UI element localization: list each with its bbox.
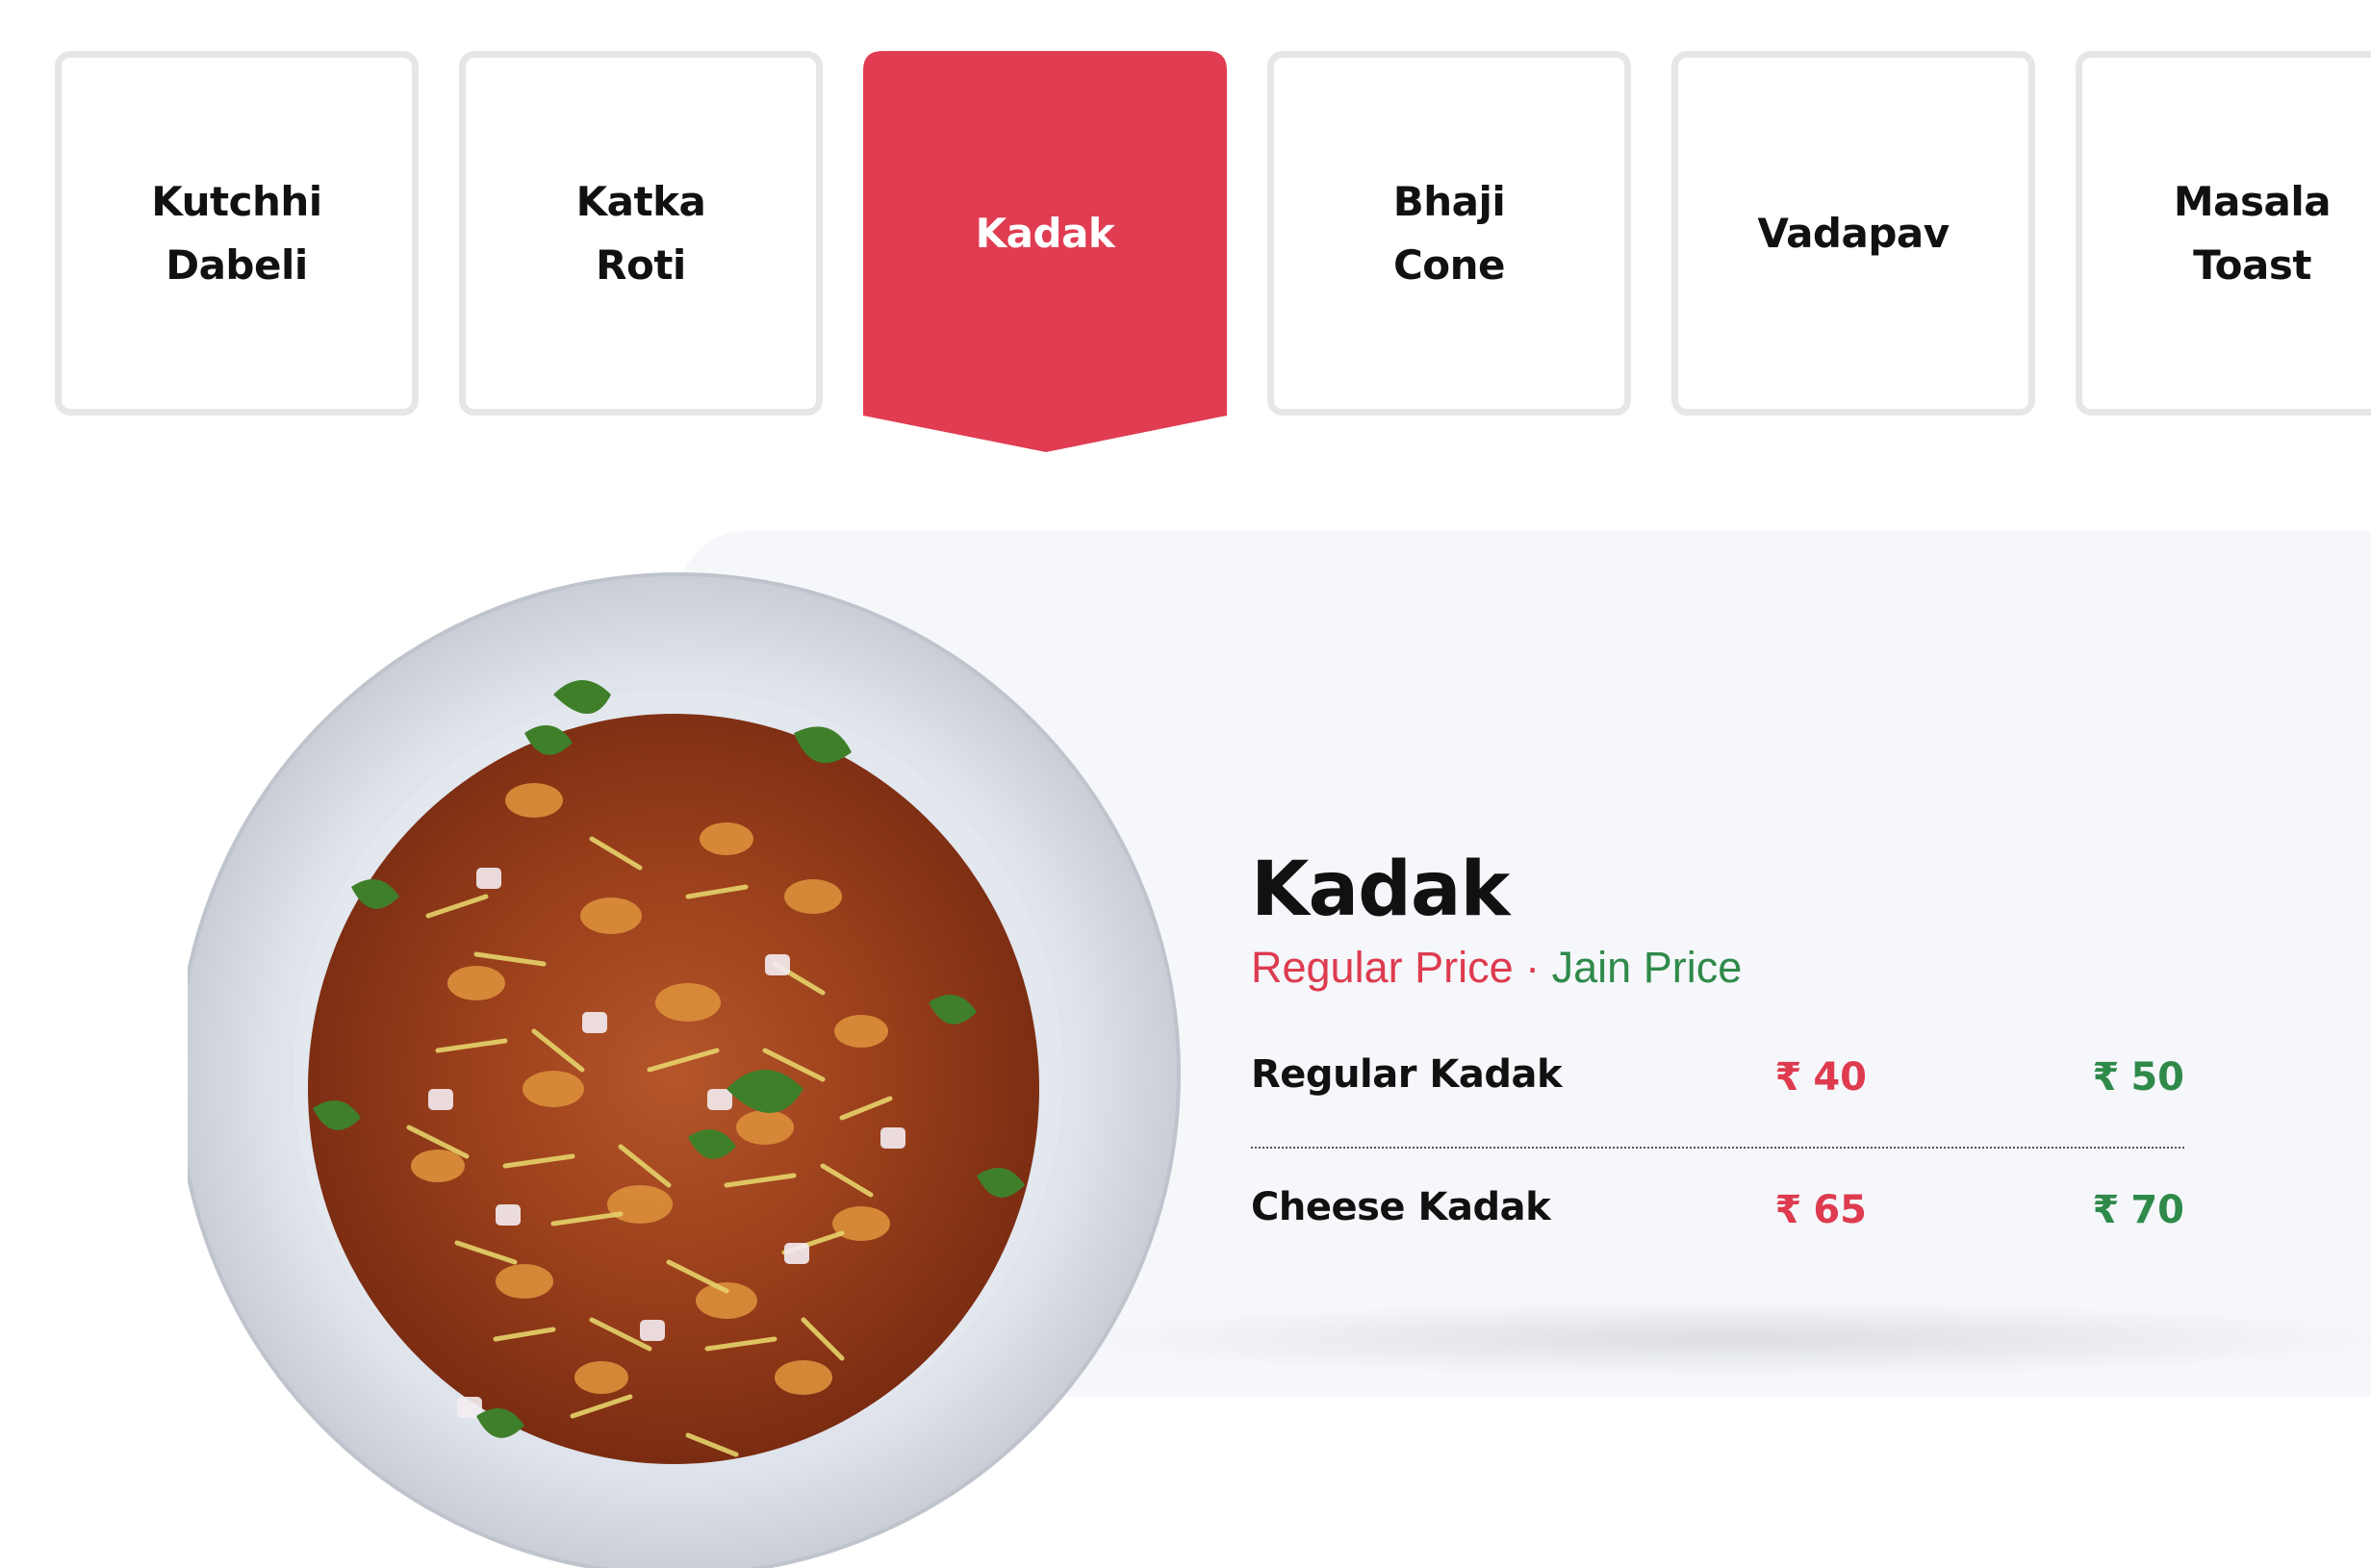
tab-vadapav[interactable]: Vadapav	[1671, 51, 2035, 416]
category-tabs: Kutchhi Dabeli Katka Roti Kadak Bhaji Co…	[0, 0, 2371, 462]
price-legend: Regular Price · Jain Price	[1251, 943, 1742, 993]
tab-kutchhi-dabeli[interactable]: Kutchhi Dabeli	[55, 51, 419, 416]
rupee-symbol: ₹	[2092, 1188, 2120, 1232]
jain-price-value: 70	[2130, 1188, 2184, 1232]
panel-shadow	[1058, 1301, 2371, 1378]
regular-price-value: 40	[1813, 1055, 1867, 1100]
variant-name: Regular Kadak	[1251, 1052, 1563, 1097]
tab-masala-toast[interactable]: Masala Toast	[2076, 51, 2371, 416]
jain-price-value: 50	[2130, 1055, 2184, 1100]
legend-separator: ·	[1525, 943, 1541, 992]
tab-label: Masala Toast	[2173, 177, 2332, 289]
regular-price: ₹65	[1674, 1188, 1867, 1232]
rupee-symbol: ₹	[2092, 1055, 2120, 1100]
rupee-symbol: ₹	[1774, 1188, 1802, 1232]
jain-price: ₹70	[1992, 1188, 2184, 1232]
regular-price-value: 65	[1813, 1188, 1867, 1232]
item-title: Kadak	[1251, 847, 1510, 933]
tab-kadak[interactable]: Kadak	[863, 51, 1227, 452]
tab-katka-roti[interactable]: Katka Roti	[459, 51, 823, 416]
regular-price-legend: Regular Price	[1251, 943, 1514, 992]
tab-label: Vadapav	[1757, 209, 1950, 257]
regular-price: ₹40	[1674, 1055, 1867, 1100]
jain-price-legend: Jain Price	[1551, 943, 1743, 992]
tab-label: Bhaji Cone	[1392, 177, 1506, 289]
dish-image	[188, 572, 1181, 1568]
tab-bhaji-cone[interactable]: Bhaji Cone	[1267, 51, 1631, 416]
tab-label: Kadak	[975, 209, 1115, 257]
variant-name: Cheese Kadak	[1251, 1185, 1551, 1229]
jain-price: ₹50	[1992, 1055, 2184, 1100]
row-divider	[1251, 1147, 2184, 1149]
tab-label: Katka Roti	[575, 177, 706, 289]
rupee-symbol: ₹	[1774, 1055, 1802, 1100]
tab-label: Kutchhi Dabeli	[151, 177, 322, 289]
